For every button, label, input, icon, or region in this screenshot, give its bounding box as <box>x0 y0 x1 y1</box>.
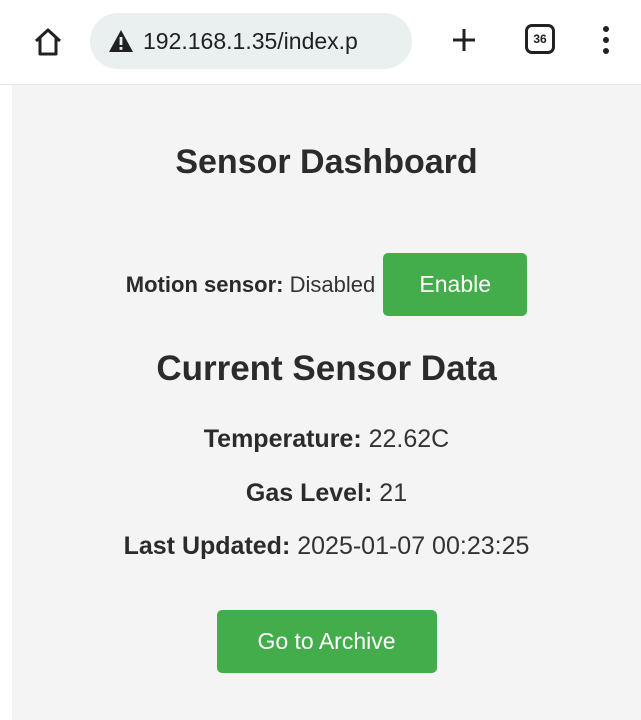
temperature-label: Temperature: <box>203 425 362 453</box>
section-title: Current Sensor Data <box>156 349 497 388</box>
warning-icon[interactable] <box>108 28 134 54</box>
gas-level-value: 21 <box>379 479 408 507</box>
url-text[interactable]: 192.168.1.35/index.p <box>143 28 358 55</box>
address-bar[interactable]: 192.168.1.35/index.p <box>90 13 412 69</box>
plus-icon <box>453 29 475 51</box>
last-updated-label: Last Updated: <box>123 532 291 560</box>
home-button[interactable] <box>28 22 68 62</box>
temperature-reading: Temperature: 22.62C <box>12 425 641 454</box>
temperature-value: 22.62C <box>368 425 450 453</box>
motion-sensor-status: Motion sensor: Disabled <box>126 272 375 298</box>
last-updated-reading: Last Updated: 2025-01-07 00:23:25 <box>12 532 641 561</box>
browser-toolbar: 192.168.1.35/index.p 36 <box>0 0 641 85</box>
gas-level-reading: Gas Level: 21 <box>12 479 641 508</box>
motion-sensor-row: Motion sensor: Disabled Enable <box>12 253 641 316</box>
motion-sensor-label: Motion sensor: <box>125 271 284 297</box>
home-icon <box>34 28 62 56</box>
gas-level-label: Gas Level: <box>245 479 373 507</box>
tab-switcher-button[interactable]: 36 <box>525 24 555 54</box>
page-title: Sensor Dashboard <box>175 143 478 181</box>
motion-sensor-value: Disabled <box>289 271 376 297</box>
go-to-archive-button[interactable]: Go to Archive <box>216 610 437 673</box>
tab-count: 36 <box>533 32 547 46</box>
archive-button-container: Go to Archive <box>12 610 641 673</box>
new-tab-button[interactable] <box>446 22 482 58</box>
more-vert-icon[interactable] <box>594 20 618 60</box>
page-content: Sensor Dashboard Motion sensor: Disabled… <box>12 85 641 720</box>
enable-button[interactable]: Enable <box>383 253 528 316</box>
last-updated-value: 2025-01-07 00:23:25 <box>297 532 530 560</box>
